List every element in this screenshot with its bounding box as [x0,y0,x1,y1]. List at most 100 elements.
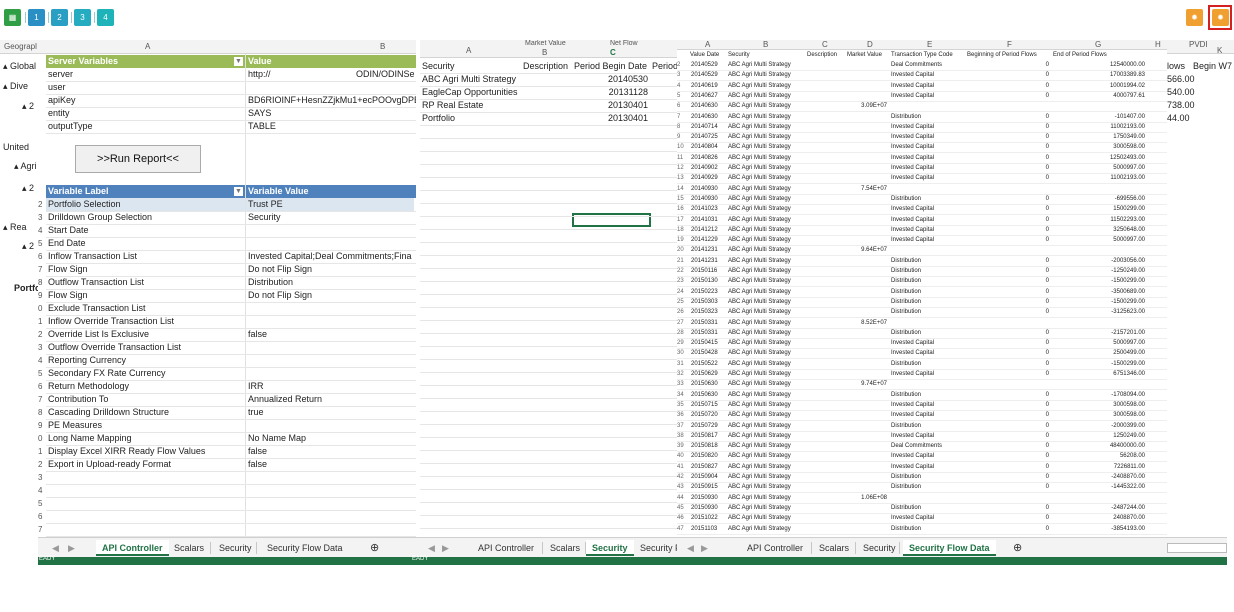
row-number[interactable]: 0 [38,302,46,315]
row-number[interactable]: 19 [677,235,689,245]
beginning-flow[interactable]: 0 [967,70,1049,80]
transaction-type[interactable]: Invested Capital [891,163,965,173]
value-date[interactable]: 20140529 [691,70,727,80]
variable-label[interactable]: Display Excel XIRR Ready Flow Values [46,445,245,458]
row-number[interactable]: 1 [38,315,46,328]
flow-security[interactable]: ABC Agri Multi Strategy [728,163,806,173]
beginning-flow[interactable]: 0 [967,400,1049,410]
row-number[interactable]: 25 [677,297,689,307]
flow-security[interactable]: ABC Agri Multi Strategy [728,276,806,286]
add-sheet-icon[interactable]: ⊕ [1007,540,1028,556]
end-flow[interactable]: 11002193.00 [1053,173,1145,183]
end-flow[interactable]: 3250648.00 [1053,225,1145,235]
row-number[interactable]: 2 [677,60,689,70]
row-number[interactable]: 5 [677,91,689,101]
value-date[interactable]: 20150303 [691,297,727,307]
highlighted-gear-button[interactable]: ✹ [1208,5,1232,30]
flow-security[interactable]: ABC Agri Multi Strategy [728,184,806,194]
value-date[interactable]: 20141212 [691,225,727,235]
pivot-row-label[interactable]: ▴ 2 [22,240,34,253]
value-date[interactable]: 20150629 [691,369,727,379]
row-number[interactable]: 13 [677,173,689,183]
description-header[interactable]: Description [523,60,568,73]
column-k-header[interactable]: K [1217,46,1222,55]
row-number[interactable]: 22 [677,266,689,276]
row-number[interactable]: 8 [38,276,46,289]
security-name[interactable]: EagleCap Opportunities [422,86,522,99]
flow-security[interactable]: ABC Agri Multi Strategy [728,204,806,214]
flow-security[interactable]: ABC Agri Multi Strategy [728,338,806,348]
flow-security[interactable]: ABC Agri Multi Strategy [728,462,806,472]
beginning-flow[interactable]: 0 [967,348,1049,358]
filter-dropdown-icon[interactable]: ▼ [234,187,243,196]
value-date[interactable]: 20140930 [691,184,727,194]
beginning-flow[interactable]: 0 [967,194,1049,204]
row-number[interactable]: 14 [677,184,689,194]
transaction-type[interactable]: Invested Capital [891,122,965,132]
row-number[interactable]: 27 [677,318,689,328]
row-number[interactable]: 42 [677,472,689,482]
server-variable-value[interactable]: TABLE [248,120,416,133]
flow-security[interactable]: ABC Agri Multi Strategy [728,112,806,122]
row-number[interactable]: 17 [677,215,689,225]
beginning-flow[interactable]: 0 [967,462,1049,472]
flow-security[interactable]: ABC Agri Multi Strategy [728,482,806,492]
row-number[interactable]: 4 [677,81,689,91]
row-number[interactable]: 44 [677,493,689,503]
row-number[interactable]: 30 [677,348,689,358]
transaction-type[interactable]: Invested Capital [891,204,965,214]
beginning-flow[interactable]: 0 [967,256,1049,266]
transaction-type[interactable]: Invested Capital [891,338,965,348]
beginning-flow[interactable]: 0 [967,235,1049,245]
end-flow[interactable]: -2487244.00 [1053,503,1145,513]
market-value[interactable]: 7.54E+07 [847,184,887,194]
value-date[interactable]: 20140619 [691,81,727,91]
tab-api-controller[interactable]: API Controller [741,540,809,556]
server-variable-value[interactable]: BD6RIOINF+HesnZZjkMu1+ecPOOvgDPB+ [248,94,416,107]
row-number[interactable]: 29 [677,338,689,348]
row-number[interactable]: 11 [677,153,689,163]
end-flow[interactable]: 6751346.00 [1053,369,1145,379]
beginning-flow[interactable]: 0 [967,173,1049,183]
transaction-type[interactable]: Distribution [891,194,965,204]
end-flow[interactable]: 3000598.00 [1053,400,1145,410]
value-date[interactable]: 20140929 [691,173,727,183]
flow-security[interactable]: ABC Agri Multi Strategy [728,472,806,482]
variable-value-header[interactable]: Variable Value [246,185,416,198]
beginning-flow[interactable]: 0 [967,132,1049,142]
row-number[interactable]: 3 [677,70,689,80]
flow-security[interactable]: ABC Agri Multi Strategy [728,513,806,523]
variable-label[interactable]: Reporting Currency [46,354,245,367]
run-report-button[interactable]: >>Run Report<< [75,145,201,173]
value-date[interactable]: 20150720 [691,410,727,420]
flow-security[interactable]: ABC Agri Multi Strategy [728,390,806,400]
transaction-type[interactable]: Invested Capital [891,215,965,225]
variable-label[interactable]: Flow Sign [46,289,245,302]
flow-security[interactable]: ABC Agri Multi Strategy [728,410,806,420]
beginning-flow[interactable]: 0 [967,276,1049,286]
row-number[interactable]: 7 [38,263,46,276]
tab-scalars[interactable]: Scalars [813,540,855,556]
gear-icon[interactable]: ✹ [1186,9,1203,26]
transaction-type[interactable]: Distribution [891,297,965,307]
beginning-flows-header[interactable]: Beginning of Period Flows [967,51,1037,59]
row-number[interactable]: 4 [38,484,46,497]
value-date[interactable]: 20140714 [691,122,727,132]
flow-security[interactable]: ABC Agri Multi Strategy [728,91,806,101]
transaction-type[interactable]: Distribution [891,328,965,338]
transaction-type[interactable]: Invested Capital [891,400,965,410]
server-variable-value[interactable]: SAYS [248,107,416,120]
end-flow[interactable]: -1250249.00 [1053,266,1145,276]
end-flow[interactable]: 12502493.00 [1053,153,1145,163]
flow-security[interactable]: ABC Agri Multi Strategy [728,132,806,142]
variable-label[interactable]: Cascading Drilldown Structure [46,406,245,419]
beginning-flow[interactable]: 0 [967,421,1049,431]
flow-security[interactable]: ABC Agri Multi Strategy [728,287,806,297]
row-number[interactable]: 0 [38,432,46,445]
variable-value[interactable]: false [246,458,414,471]
beginning-flow[interactable]: 0 [967,153,1049,163]
value-date[interactable]: 20141231 [691,256,727,266]
row-number[interactable]: 5 [38,497,46,510]
flow-security[interactable]: ABC Agri Multi Strategy [728,348,806,358]
variable-label[interactable]: Inflow Override Transaction List [46,315,245,328]
